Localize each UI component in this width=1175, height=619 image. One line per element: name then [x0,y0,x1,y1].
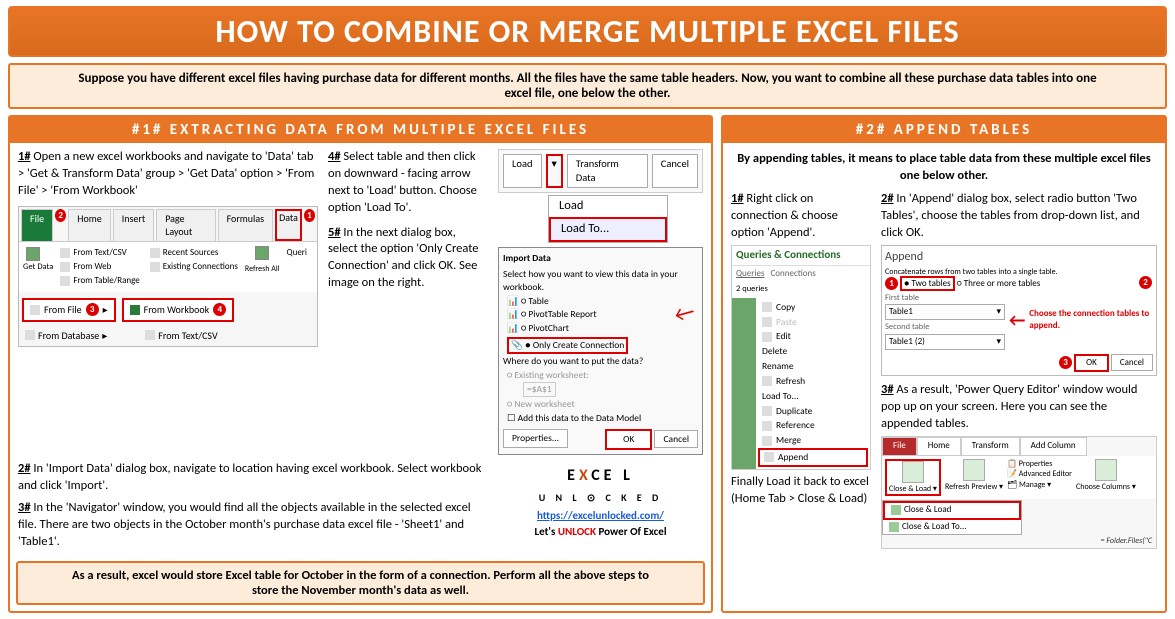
ctx-refresh[interactable]: Refresh [758,374,868,389]
pq-close-load[interactable]: Close & Load ▾ [885,459,941,497]
s2-step3: 3# As a result, 'Power Query Editor' win… [881,382,1157,433]
main-title-bar: HOW TO COMBINE OR MERGE MULTIPLE EXCEL F… [8,6,1167,57]
badge-1: 1 [304,209,315,222]
pq-choosecols[interactable]: Choose Columns ▾ [1076,459,1136,497]
append-ok[interactable]: OK [1074,354,1109,372]
ctx-merge[interactable]: Merge [758,433,868,448]
tab-file[interactable]: File [21,209,53,241]
load-bar: Load ▾ Transform Data Cancel [498,149,703,193]
close-load-menu: Close & Load Close & Load To... [882,500,1022,534]
s2-final: Finally Load it back to excel (Home Tab … [731,474,871,508]
from-database[interactable]: From Database ▸ [22,328,110,344]
queries-panel: Queries & Connections QueriesConnections… [731,245,871,469]
radio-threetables[interactable]: ○ Three or more tables [957,278,1041,289]
tab-home[interactable]: Home [68,209,110,241]
step-3: 3# In the 'Navigator' window, you would … [18,500,488,551]
logo: EXCE LU N L ⊙ C K E D https://excelunloc… [498,465,703,551]
props-button[interactable]: Properties... [503,429,568,448]
recent-sources[interactable]: Recent Sources [147,246,241,260]
arrow-icon: ← [1009,308,1025,332]
from-table[interactable]: From Table/Range [57,274,142,288]
tab-data[interactable]: Data [275,209,302,241]
from-file[interactable]: From File3▸ [22,298,116,322]
pq-manage[interactable]: 🗂 Manage ▾ [1007,480,1072,491]
pq-adv[interactable]: 📝 Advanced Editor [1007,469,1072,480]
menu-closeloadto[interactable]: Close & Load To... [883,520,1021,534]
step-5: 5# In the next dialog box, select the op… [328,225,488,293]
combo-first[interactable]: Table1▾ [885,304,1005,320]
opt-new[interactable]: ○ New worksheet [507,398,694,411]
existing-conn[interactable]: Existing Connections [147,260,241,274]
load-menu: Load Load To... [548,195,668,243]
section-2: #2# APPEND TABLES By appending tables, i… [721,115,1167,613]
intro-text: Suppose you have different excel files h… [8,63,1167,109]
excel-ribbon: File 2 Home Insert Page Layout Formulas … [18,206,318,347]
combo-second[interactable]: Table1 (2)▾ [885,334,1005,350]
opt-pivotchart[interactable]: 📊 ○ PivotChart [507,322,694,335]
radio-twotables[interactable]: ● Two tables [900,276,955,291]
badge-2: 2 [55,209,66,222]
import-data-dialog: Import Data Select how you want to view … [498,247,703,455]
ctx-delete[interactable]: Delete [758,344,868,359]
from-textcsv[interactable]: From Text/CSV [57,246,142,260]
menu-load[interactable]: Load [549,196,667,217]
ctx-reference[interactable]: Reference [758,418,868,433]
append-cancel[interactable]: Cancel [1111,354,1153,371]
from-web[interactable]: From Web [57,260,142,274]
pq-refresh[interactable]: Refresh Preview ▾ [945,459,1003,497]
load-dropdown[interactable]: ▾ [546,154,563,188]
step-1: 1# Open a new excel workbooks and naviga… [18,149,318,200]
section-2-header: #2# APPEND TABLES [723,117,1165,143]
ok-button[interactable]: OK [605,429,652,450]
opt-existing[interactable]: ○ Existing worksheet: [507,369,694,382]
ctx-paste[interactable]: Paste [758,315,868,330]
refresh-icon[interactable] [255,246,269,260]
step-2: 2# In 'Import Data' dialog box, navigate… [18,461,488,495]
section-1-header: #1# EXTRACTING DATA FROM MULTIPLE EXCEL … [10,117,711,143]
tab-pagelayout[interactable]: Page Layout [156,209,215,241]
from-textcsv2[interactable]: From Text/CSV [142,328,220,344]
pq-props[interactable]: 📋 Properties [1007,459,1072,470]
main-title: HOW TO COMBINE OR MERGE MULTIPLE EXCEL F… [20,12,1155,51]
ctx-copy[interactable]: Copy [758,300,868,315]
menu-closeload[interactable]: Close & Load [883,501,1021,519]
step-4: 4# Select table and then click on downwa… [328,149,488,217]
infographic: HOW TO COMBINE OR MERGE MULTIPLE EXCEL F… [0,0,1175,619]
ctx-append[interactable]: Append [758,448,868,467]
s2-step2: 2# In 'Append' dialog box, select radio … [881,191,1157,242]
pq-home[interactable]: Home [917,437,961,455]
opt-datamodel[interactable]: ☐ Add this data to the Data Model [507,412,694,425]
tab-insert[interactable]: Insert [113,209,155,241]
pq-file[interactable]: File [882,437,917,455]
load-button[interactable]: Load [503,154,542,188]
ctx-rename[interactable]: Rename [758,359,868,374]
ctx-loadto[interactable]: Load To... [758,389,868,404]
getdata-icon [26,247,40,261]
ctx-edit[interactable]: Edit [758,329,868,344]
append-dialog: Append Concatenate rows from two tables … [881,245,1157,375]
opt-connection[interactable]: 📎 ● Only Create Connection [507,337,628,354]
result-box: As a result, excel would store Excel tab… [16,561,705,605]
opt-table[interactable]: 📊 ○ Table [507,295,694,308]
pq-ribbon: File Home Transform Add Column Close & L… [881,436,1157,548]
pq-addcol[interactable]: Add Column [1020,437,1087,455]
menu-loadto[interactable]: Load To... [549,217,667,242]
cancel2-button[interactable]: Cancel [654,430,698,448]
cancel-button[interactable]: Cancel [652,154,698,188]
columns: #1# EXTRACTING DATA FROM MULTIPLE EXCEL … [8,115,1167,613]
ctx-duplicate[interactable]: Duplicate [758,404,868,419]
transform-button[interactable]: Transform Data [567,154,648,188]
from-workbook[interactable]: From Workbook4 [122,298,235,322]
opt-pivot[interactable]: 📊 ○ PivotTable Report [507,308,694,321]
section-1: #1# EXTRACTING DATA FROM MULTIPLE EXCEL … [8,115,713,613]
s2-intro: By appending tables, it means to place t… [731,149,1157,187]
tab-formulas[interactable]: Formulas [218,209,273,241]
site-link[interactable]: https://excelunlocked.com/ [537,509,664,522]
s2-step1: 1# Right click on connection & choose op… [731,191,871,242]
get-data-label[interactable]: Get Data [23,262,53,273]
pq-transform[interactable]: Transform [961,437,1020,455]
